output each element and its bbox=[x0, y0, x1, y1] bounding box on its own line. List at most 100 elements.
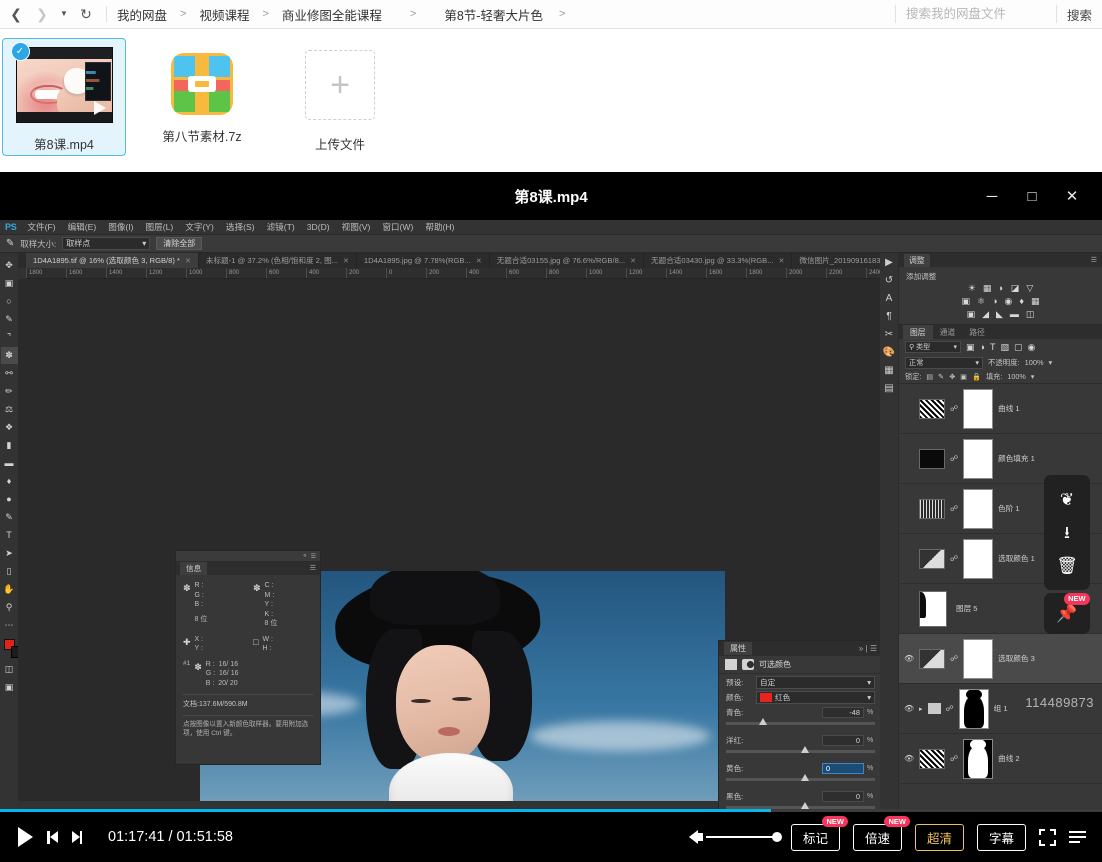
marquee-icon[interactable]: ▣ bbox=[1, 275, 18, 292]
panel-menu-icon[interactable]: ☰ bbox=[310, 564, 316, 572]
document-tab[interactable]: 1D4A1895.tif @ 16% (选取颜色 3, RGB/8) * ✕ bbox=[26, 253, 199, 268]
adjustments-tab[interactable]: 调整 bbox=[904, 253, 930, 267]
link-mask-icon[interactable]: ☍ bbox=[950, 754, 958, 763]
next-icon[interactable] bbox=[71, 830, 82, 844]
subtitle-button[interactable]: 字幕 bbox=[976, 823, 1026, 851]
volume-knob[interactable] bbox=[771, 832, 782, 842]
document-tab[interactable]: 无题合适03155.jpg @ 76.6%/RGB/8... ✕ bbox=[489, 253, 645, 268]
close-tab-icon[interactable]: ✕ bbox=[185, 257, 191, 265]
slider-value[interactable]: 0 bbox=[822, 763, 864, 774]
toggle-filter-icon[interactable]: ◉ bbox=[1027, 342, 1035, 352]
opacity-value[interactable]: 100% bbox=[1025, 358, 1044, 367]
history-brush-icon[interactable]: ❖ bbox=[1, 419, 18, 436]
pixel-filter-icon[interactable]: ▣ bbox=[966, 342, 975, 352]
tab-layers[interactable]: 图层 bbox=[903, 324, 933, 340]
close-tab-icon[interactable]: ✕ bbox=[343, 257, 349, 265]
menu-file[interactable]: 文件(F) bbox=[21, 221, 61, 233]
link-mask-icon[interactable]: ☍ bbox=[950, 654, 958, 663]
smart-filter-icon[interactable]: ▢ bbox=[1014, 342, 1023, 352]
foreground-color-swatch[interactable] bbox=[3, 639, 23, 658]
menu-type[interactable]: 文字(Y) bbox=[179, 221, 220, 233]
menu-layer[interactable]: 图层(L) bbox=[140, 221, 180, 233]
forward-icon[interactable]: ❯ bbox=[30, 2, 54, 26]
slider-track[interactable] bbox=[726, 718, 875, 725]
lock-image-icon[interactable]: ✎ bbox=[938, 372, 944, 381]
rectangle-icon[interactable]: ▯ bbox=[1, 563, 18, 580]
file-item-archive[interactable]: 第八节素材.7z bbox=[140, 38, 264, 156]
crop-icon[interactable]: ⌝ bbox=[1, 329, 18, 346]
refresh-icon[interactable]: ↻ bbox=[74, 2, 98, 26]
chevron-down-icon[interactable]: ▾ bbox=[1049, 358, 1053, 367]
channel-mixer-icon[interactable]: ♦ bbox=[1019, 297, 1024, 306]
back-icon[interactable]: ❮ bbox=[4, 2, 28, 26]
exposure-icon[interactable]: ◪ bbox=[1011, 284, 1020, 293]
layer-thumbnail[interactable] bbox=[919, 648, 945, 669]
shape-filter-icon[interactable]: ▧ bbox=[1000, 342, 1009, 352]
quality-button[interactable]: 超清 bbox=[914, 823, 964, 851]
more-tools-icon[interactable]: ⋯ bbox=[1, 617, 18, 634]
gradient-map-icon[interactable]: ▬ bbox=[1010, 310, 1019, 319]
eyedropper-icon[interactable]: ✽ bbox=[0, 347, 18, 364]
layer-thumbnail[interactable] bbox=[919, 748, 945, 769]
panel-menu-icon[interactable]: » | ☰ bbox=[859, 644, 877, 653]
posterize-icon[interactable]: ◢ bbox=[982, 310, 989, 319]
menu-window[interactable]: 窗口(W) bbox=[376, 221, 419, 233]
curves-icon[interactable]: ◗ bbox=[998, 284, 1003, 293]
menu-select[interactable]: 选择(S) bbox=[220, 221, 261, 233]
menu-filter[interactable]: 滤镜(T) bbox=[261, 221, 301, 233]
type-filter-icon[interactable]: T bbox=[990, 342, 996, 352]
invert-icon[interactable]: ▣ bbox=[967, 310, 976, 319]
visibility-toggle-icon[interactable]: 👁 bbox=[904, 754, 914, 763]
download-icon[interactable]: ⭳ bbox=[1064, 524, 1070, 541]
character-dock-icon[interactable]: A bbox=[886, 294, 893, 304]
levels-icon[interactable]: ▦ bbox=[983, 284, 992, 293]
color-lookup-icon[interactable]: ▦ bbox=[1031, 297, 1040, 306]
fullscreen-icon[interactable] bbox=[1039, 828, 1056, 846]
play-overlay-icon[interactable] bbox=[93, 101, 106, 115]
menu-image[interactable]: 图像(I) bbox=[102, 221, 139, 233]
layer-thumbnail[interactable] bbox=[919, 448, 945, 469]
quick-select-icon[interactable]: ✎ bbox=[1, 311, 18, 328]
info-panel-dragbar[interactable]: « ☰ bbox=[176, 551, 320, 561]
upload-tile[interactable]: + 上传文件 bbox=[278, 38, 402, 156]
document-tab[interactable]: 无题合适03430.jpg @ 33.3%(RGB... ✕ bbox=[644, 253, 793, 268]
blend-mode-select[interactable]: 正常 ▾ bbox=[905, 356, 983, 369]
clone-stamp-icon[interactable]: ⚖ bbox=[1, 401, 18, 418]
document-tab[interactable]: 未标题-1 @ 37.2% (色相/饱和度 2, 图... ✕ bbox=[198, 253, 357, 268]
screen-mode-icon[interactable]: ▣ bbox=[1, 679, 18, 696]
lock-artboard-icon[interactable]: ▣ bbox=[960, 372, 967, 381]
playlist-icon[interactable] bbox=[1069, 831, 1086, 843]
properties-tab[interactable]: 属性 bbox=[724, 642, 752, 655]
link-mask-icon[interactable]: ☍ bbox=[950, 454, 958, 463]
black-white-icon[interactable]: ◑ bbox=[992, 297, 997, 306]
minimize-icon[interactable]: ─ bbox=[972, 180, 1012, 212]
slider-track[interactable] bbox=[726, 774, 875, 781]
check-icon[interactable]: ✓ bbox=[10, 42, 30, 61]
link-mask-icon[interactable]: ☍ bbox=[950, 504, 958, 513]
search-input[interactable] bbox=[895, 1, 1056, 27]
lock-all-icon[interactable]: 🔒 bbox=[972, 372, 981, 381]
menu-view[interactable]: 视图(V) bbox=[336, 221, 377, 233]
dodge-icon[interactable]: ● bbox=[1, 491, 18, 508]
adjustment-filter-icon[interactable]: ◑ bbox=[980, 342, 985, 352]
layer-thumbnail[interactable] bbox=[919, 498, 945, 519]
mark-button[interactable]: 标记 NEW bbox=[790, 815, 848, 851]
plus-icon[interactable]: + bbox=[305, 50, 375, 120]
lock-position-icon[interactable]: ✥ bbox=[949, 372, 955, 381]
table-row[interactable]: 👁 ☍ 曲线 2 bbox=[899, 734, 1102, 784]
layer-mask[interactable] bbox=[963, 388, 994, 429]
breadcrumb-item-3[interactable]: 第8节-轻奢大片色 bbox=[442, 5, 545, 24]
maximize-icon[interactable]: □ bbox=[1012, 180, 1052, 212]
file-item-video[interactable]: ✓ 第8课.mp4 bbox=[2, 38, 126, 156]
path-select-icon[interactable]: ➤ bbox=[1, 545, 18, 562]
previous-icon[interactable] bbox=[47, 830, 58, 844]
table-row[interactable]: 👁 ☍ 选取颜色 3 bbox=[899, 634, 1102, 684]
lasso-icon[interactable]: ○ bbox=[1, 293, 18, 310]
layer-mask[interactable] bbox=[963, 738, 994, 779]
volume-control[interactable] bbox=[685, 830, 782, 844]
clear-all-button[interactable]: 清除全部 bbox=[156, 237, 203, 250]
color-select[interactable]: 红色 ▾ bbox=[756, 691, 875, 704]
menu-edit[interactable]: 编辑(E) bbox=[62, 221, 103, 233]
close-tab-icon[interactable]: ✕ bbox=[630, 257, 636, 265]
brightness-contrast-icon[interactable]: ☀ bbox=[968, 284, 976, 293]
